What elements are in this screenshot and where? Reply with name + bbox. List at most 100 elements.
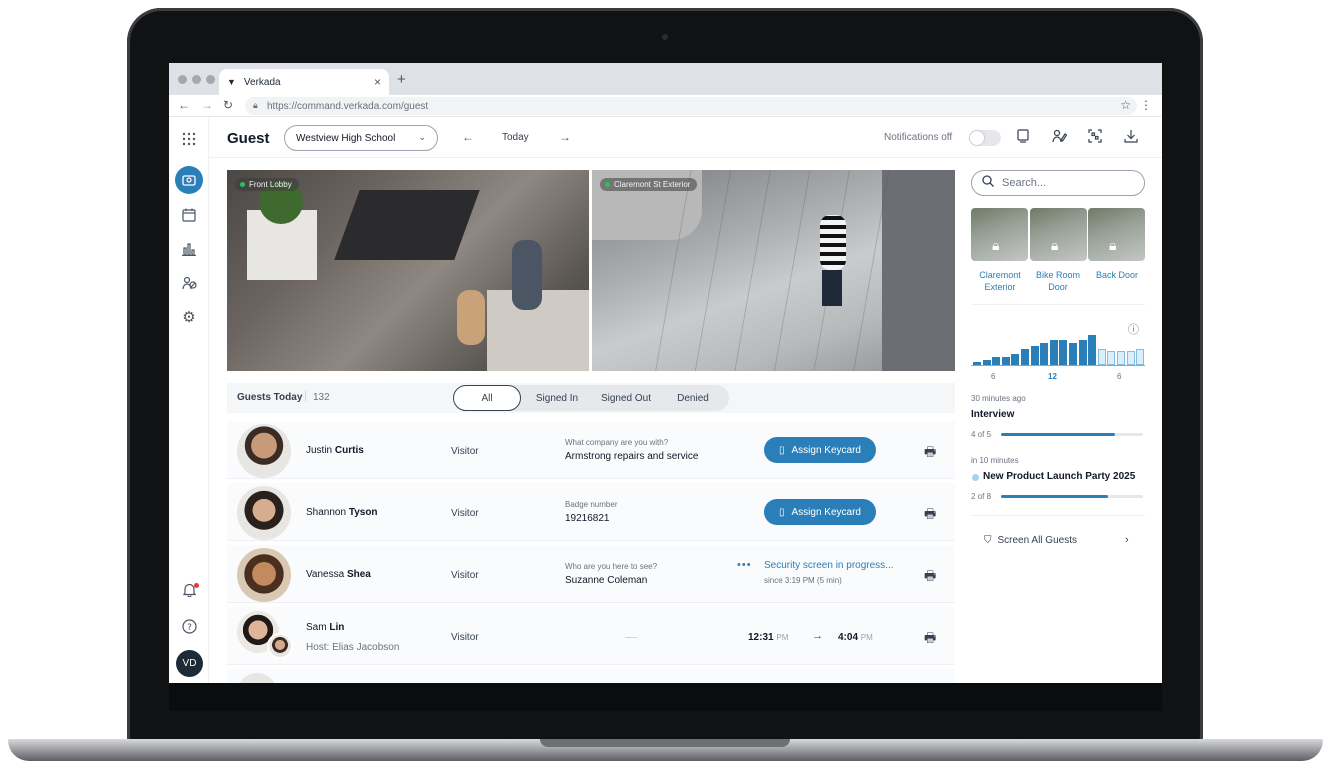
sidebar: ⚙︎ ? VD — [169, 118, 209, 683]
analytics-icon[interactable] — [175, 235, 203, 263]
event-progress — [1001, 495, 1143, 498]
site-select-value: Westview High School — [296, 132, 396, 144]
live-status-dot — [605, 182, 610, 187]
forward-arrow-icon[interactable]: → — [201, 98, 213, 112]
lock-icon: 🔒︎ — [253, 100, 258, 110]
settings-icon[interactable]: ⚙︎ — [175, 303, 203, 331]
event-title[interactable]: New Product Launch Party 2025 — [983, 471, 1135, 482]
url-text: https://command.verkada.com/guest — [267, 100, 429, 112]
window-maximize-dot[interactable] — [206, 75, 215, 84]
lock-icon: 🔒︎ — [1051, 237, 1059, 253]
reload-icon[interactable]: ↻ — [223, 98, 233, 112]
bell-icon[interactable] — [175, 576, 203, 604]
chevron-right-icon[interactable]: › — [1125, 534, 1129, 546]
app: ⚙︎ ? VD Guest Westview High School ⌄ ← T… — [169, 118, 1162, 683]
guests-count: 132 — [313, 392, 330, 403]
tab-denied[interactable]: Denied — [659, 385, 727, 411]
assign-keycard-button[interactable]: ▯ Assign Keycard — [764, 437, 876, 463]
download-icon[interactable] — [1124, 129, 1138, 146]
histogram-bar — [992, 356, 1001, 365]
table-row[interactable]: Vanessa Shea Visitor Who are you here to… — [227, 545, 955, 603]
tab-signed-out[interactable]: Signed Out — [593, 385, 659, 411]
browser-menu-icon[interactable]: ⋮ — [1140, 98, 1152, 112]
date-prev-arrow-icon[interactable]: ← — [462, 130, 474, 144]
question-answer: 19216821 — [565, 513, 610, 524]
screen-all-guests-button[interactable]: ⛉ Screen All Guests — [984, 535, 1077, 546]
user-avatar[interactable]: VD — [176, 650, 203, 677]
browser-tabbar: ▼ Verkada × + — [169, 63, 1162, 95]
divider — [971, 304, 1145, 305]
assign-keycard-button[interactable]: ▯ Assign Keycard — [764, 499, 876, 525]
live-status-dot — [240, 182, 245, 187]
printer-icon[interactable]: 🖶︎ — [924, 505, 936, 527]
histogram-tick: 6 — [991, 372, 996, 381]
tab-close-icon[interactable]: × — [374, 75, 381, 89]
date-next-arrow-icon[interactable]: → — [559, 130, 571, 144]
tab-all[interactable]: All — [453, 385, 521, 411]
apps-grid-icon[interactable] — [175, 125, 203, 153]
lock-icon: 🔒︎ — [992, 237, 1000, 253]
event-time: in 10 minutes — [971, 456, 1019, 465]
guest-icon[interactable] — [175, 166, 203, 194]
people-icon[interactable] — [175, 269, 203, 297]
verkada-logo-icon: ▼ — [227, 77, 236, 87]
door-camera-thumb[interactable]: 🔒︎ — [1030, 208, 1087, 261]
table-row[interactable] — [227, 669, 955, 683]
door-label[interactable]: Claremont Exterior — [970, 269, 1030, 293]
camera-feed-claremont-exterior[interactable]: Claremont St Exterior — [592, 170, 955, 371]
event-title[interactable]: Interview — [971, 409, 1014, 420]
building-wall — [882, 170, 955, 371]
new-tab-icon[interactable]: + — [397, 71, 406, 88]
camera-name: Front Lobby — [249, 180, 292, 189]
person-figure — [457, 290, 485, 345]
browser-tab[interactable]: ▼ Verkada × — [219, 69, 389, 95]
door-camera-thumb[interactable]: 🔒︎ — [1088, 208, 1145, 261]
guest-name: Sam Lin — [306, 622, 345, 633]
screen-bezel — [169, 683, 1162, 711]
calendar-icon[interactable] — [175, 201, 203, 229]
chevron-down-icon: ⌄ — [418, 132, 426, 142]
guest-filter-tabs: All Signed In Signed Out Denied — [453, 385, 729, 411]
loading-dots-icon: ••• — [737, 559, 752, 571]
person-legs — [822, 270, 842, 306]
event-progress-fill — [1001, 495, 1108, 498]
svg-text:?: ? — [187, 623, 192, 633]
bookmark-star-icon[interactable]: ☆ — [1120, 98, 1131, 112]
security-screen-status[interactable]: Security screen in progress... — [764, 560, 894, 571]
notifications-toggle[interactable] — [969, 130, 1001, 146]
camera-feed-front-lobby[interactable]: Front Lobby — [227, 170, 589, 371]
site-select[interactable]: Westview High School ⌄ — [284, 125, 438, 151]
browser-addressbar: ← → ↻ 🔒︎ https://command.verkada.com/gue… — [169, 95, 1162, 117]
guest-host: Host: Elias Jacobson — [306, 642, 400, 653]
histogram-baseline — [971, 365, 1145, 366]
host-icon[interactable] — [1052, 129, 1068, 146]
search-icon — [982, 175, 994, 190]
window-close-dot[interactable] — [178, 75, 187, 84]
guest-name: Vanessa Shea — [306, 569, 371, 580]
search-input[interactable]: Search... — [971, 170, 1145, 196]
printer-icon[interactable]: 🖶︎ — [924, 567, 936, 589]
url-bar[interactable]: 🔒︎ https://command.verkada.com/guest ☆ — [245, 97, 1137, 115]
printer-icon[interactable]: 🖶︎ — [924, 443, 936, 465]
printer-icon[interactable]: 🖶︎ — [924, 629, 936, 651]
qr-code-icon[interactable] — [1088, 129, 1102, 146]
guest-type: Visitor — [451, 446, 479, 457]
guest-type: Visitor — [451, 570, 479, 581]
arrow-right-icon: → — [812, 630, 823, 642]
help-icon[interactable]: ? — [175, 612, 203, 640]
guest-name: Shannon Tyson — [306, 507, 378, 518]
info-icon[interactable]: ⓘ — [1128, 321, 1139, 337]
notifications-label: Notifications off — [884, 132, 953, 143]
table-row[interactable]: Sam Lin Host: Elias Jacobson Visitor 12:… — [227, 607, 955, 665]
tab-signed-in[interactable]: Signed In — [523, 385, 591, 411]
table-row[interactable]: Justin Curtis Visitor What company are y… — [227, 421, 955, 479]
door-label[interactable]: Bike Room Door — [1029, 269, 1087, 293]
table-row[interactable]: Shannon Tyson Visitor Badge number 19216… — [227, 483, 955, 541]
camera-label: Front Lobby — [235, 178, 299, 191]
door-camera-thumb[interactable]: 🔒︎ — [971, 208, 1028, 261]
tablet-icon[interactable] — [1017, 129, 1029, 146]
door-label[interactable]: Back Door — [1087, 269, 1147, 281]
back-arrow-icon[interactable]: ← — [178, 98, 190, 112]
window-minimize-dot[interactable] — [192, 75, 201, 84]
divider — [971, 515, 1145, 516]
